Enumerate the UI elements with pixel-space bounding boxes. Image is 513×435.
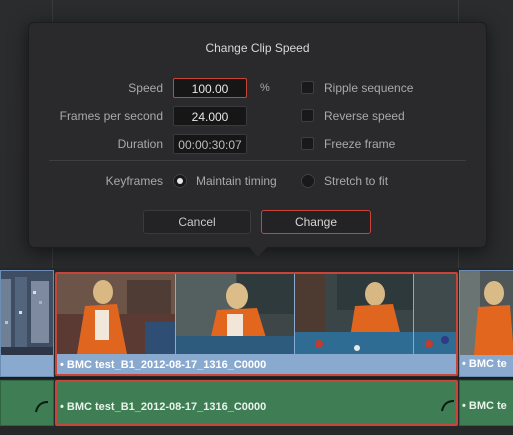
dialog-divider: [49, 160, 466, 161]
speed-unit: %: [260, 82, 270, 94]
reverse-speed-label: Reverse speed: [324, 109, 405, 123]
previous-video-clip[interactable]: [0, 270, 54, 377]
speed-label: Speed: [128, 81, 163, 95]
video-clip-name: • BMC test_B1_2012-08-17_1316_C0000: [60, 359, 267, 371]
next-clip-thumbnail: [460, 271, 513, 355]
next-video-clip-name: • BMC te: [462, 358, 507, 370]
ripple-sequence-checkbox[interactable]: [301, 81, 314, 94]
change-clip-speed-dialog: Change Clip Speed Speed 100.00 % Frames …: [28, 22, 487, 248]
fps-label: Frames per second: [59, 109, 163, 123]
duration-input[interactable]: 00:00:30:07: [173, 134, 247, 154]
maintain-timing-radio[interactable]: [173, 174, 187, 188]
reverse-speed-checkbox[interactable]: [301, 109, 314, 122]
previous-audio-clip[interactable]: [0, 380, 54, 426]
keyframes-label: Keyframes: [105, 174, 163, 188]
next-audio-clip-name: • BMC te: [462, 400, 507, 412]
previous-clip-thumbnail: [1, 271, 53, 355]
duration-label: Duration: [117, 137, 163, 151]
clip-thumbnails: [57, 274, 456, 354]
fade-curve-icon[interactable]: [441, 400, 455, 412]
stretch-to-fit-radio[interactable]: [301, 174, 315, 188]
cancel-button[interactable]: Cancel: [143, 210, 251, 234]
ripple-sequence-label: Ripple sequence: [324, 81, 414, 95]
freeze-frame-checkbox[interactable]: [301, 137, 314, 150]
freeze-frame-label: Freeze frame: [324, 137, 396, 151]
maintain-timing-label: Maintain timing: [196, 174, 277, 188]
dialog-pointer: [248, 246, 268, 257]
change-button[interactable]: Change: [261, 210, 371, 234]
audio-clip-name: • BMC test_B1_2012-08-17_1316_C0000: [60, 401, 267, 413]
next-video-clip[interactable]: • BMC te: [459, 270, 513, 377]
fps-input[interactable]: 24.000: [173, 106, 247, 126]
fade-curve-icon[interactable]: [35, 401, 49, 413]
selected-audio-clip[interactable]: • BMC test_B1_2012-08-17_1316_C0000: [55, 380, 458, 426]
selected-video-clip[interactable]: • BMC test_B1_2012-08-17_1316_C0000: [55, 272, 458, 376]
dialog-title: Change Clip Speed: [205, 41, 310, 55]
next-audio-clip[interactable]: • BMC te: [459, 380, 513, 426]
track-separator: [0, 377, 513, 379]
speed-input[interactable]: 100.00: [173, 78, 247, 98]
stretch-to-fit-label: Stretch to fit: [324, 174, 389, 188]
